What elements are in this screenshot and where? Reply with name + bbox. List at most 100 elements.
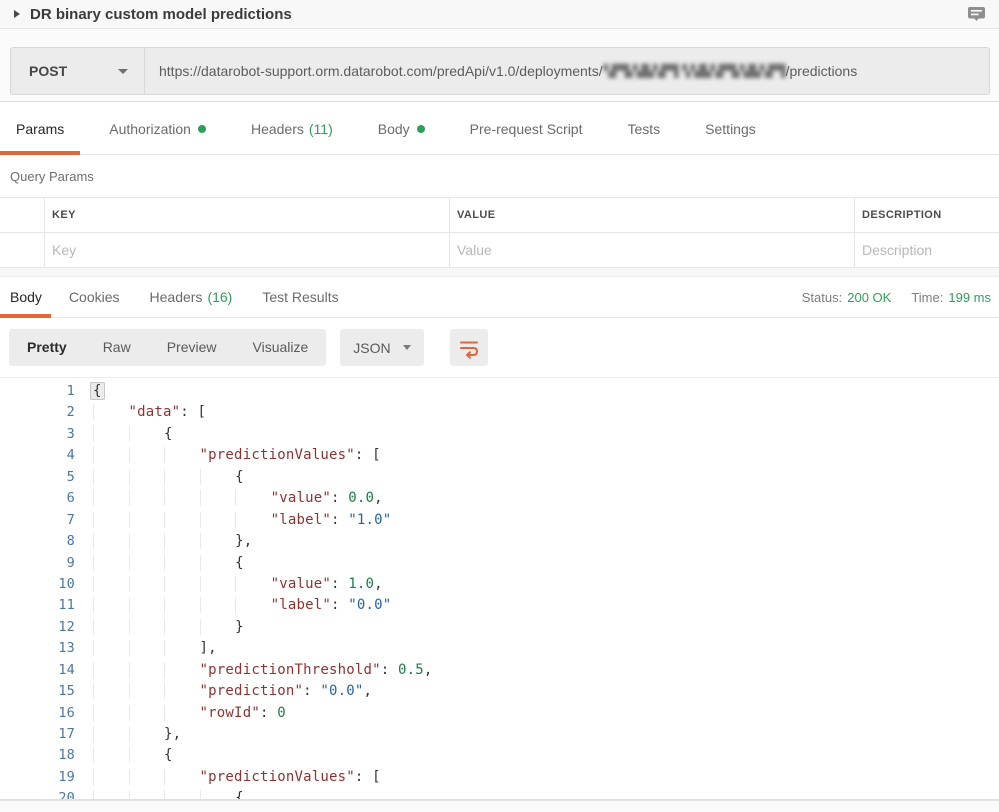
query-params-label: Query Params [10,169,94,184]
param-row-checkbox-cell [0,233,45,267]
tab-settings[interactable]: Settings [689,103,772,154]
line-number: 15 [0,681,75,702]
indent-guide [93,512,129,528]
code-line: 6 "value": 0.0, [0,488,999,509]
response-tab-test-results[interactable]: Test Results [250,277,350,317]
indent-guide [164,705,200,721]
code-line: 5 { [0,467,999,488]
column-header-key: KEY [52,209,76,221]
code-token: "predictionThreshold" [200,662,381,678]
indent-guide [93,447,129,463]
url-suffix: /predictions [786,63,858,79]
code-line: 3 { [0,424,999,445]
indent-guide [129,683,165,699]
indent-guide [93,426,129,442]
status-badge: Status:200 OK [802,290,892,305]
tab-params[interactable]: Params [0,103,80,154]
response-tab-body[interactable]: Body [0,277,51,317]
code-token: { [235,790,244,800]
indent-guide [93,597,129,613]
response-meta: Status:200 OK Time:199 ms [802,277,991,317]
code-token: : [331,576,348,592]
indent-guide [93,404,129,420]
line-number: 12 [0,617,75,638]
wrap-text-button[interactable] [450,329,488,366]
url-prefix: https://datarobot-support.orm.datarobot.… [159,63,603,79]
indent-guide [129,705,165,721]
indent-guide [129,426,165,442]
indent-guide [164,447,200,463]
method-dropdown[interactable]: POST [10,47,145,95]
code-token: "1.0" [348,512,391,528]
line-number: 18 [0,745,75,766]
indent-guide [93,726,129,742]
code-token: "label" [271,597,331,613]
code-line: 7 "label": "1.0" [0,510,999,531]
indent-guide [200,790,236,800]
indent-guide [129,576,165,592]
indent-guide [129,533,165,549]
view-pretty[interactable]: Pretty [9,329,85,366]
line-number: 14 [0,660,75,681]
indent-guide [93,533,129,549]
tab-pre-request-script[interactable]: Pre-request Script [454,103,599,154]
tab-tests[interactable]: Tests [611,103,676,154]
response-view-switcher: PrettyRawPreviewVisualize [9,329,326,366]
comment-button[interactable] [966,4,987,24]
tab-label: Authorization [109,121,191,137]
chevron-down-icon [118,69,128,74]
code-line: 1{ [0,381,999,402]
view-visualize[interactable]: Visualize [235,329,327,366]
tab-body[interactable]: Body [362,103,441,154]
indent-guide [164,597,200,613]
request-tabs: Params Authorization Headers(11) Body Pre-re… [0,103,999,155]
code-line: 18 { [0,745,999,766]
view-preview[interactable]: Preview [149,329,235,366]
tab-headers[interactable]: Headers(11) [235,103,349,154]
code-token: : [ [180,404,206,420]
indent-guide [93,640,129,656]
url-input[interactable]: https://datarobot-support.orm.datarobot.… [145,47,990,95]
param-description-input[interactable]: Description [855,233,999,267]
indent-guide [164,640,200,656]
param-key-input[interactable]: Key [45,233,450,267]
code-token: 0 [277,705,286,721]
param-value-input[interactable]: Value [450,233,855,267]
code-token: , [364,683,373,699]
code-token: 0.0 [348,490,374,506]
indent-guide [129,726,165,742]
param-empty-row: Key Value Description [0,233,999,268]
indent-guide [129,447,165,463]
indent-guide [164,533,200,549]
tab-authorization[interactable]: Authorization [93,103,222,154]
table-header-row: KEY VALUE DESCRIPTION [0,198,999,233]
code-token: { [235,469,244,485]
code-token: 0.5 [398,662,424,678]
pane-divider[interactable] [0,268,999,276]
code-token: "0.0" [348,597,391,613]
response-tab-cookies[interactable]: Cookies [57,277,132,317]
disclosure-caret-icon[interactable] [14,10,20,18]
response-body-json[interactable]: 1{2 "data": [3 {4 "predictionValues": [5… [0,377,999,800]
code-line: 14 "predictionThreshold": 0.5, [0,660,999,681]
line-number: 6 [0,488,75,509]
code-token: "value" [271,576,331,592]
indent-guide [235,597,271,613]
response-toolbar: PrettyRawPreviewVisualize JSON [0,318,999,377]
response-tab-headers[interactable]: Headers(16) [138,277,245,317]
indent-guide [164,790,200,800]
tab-label: Params [16,121,64,137]
line-number: 7 [0,510,75,531]
code-line: 20 { [0,788,999,800]
green-dot-icon [198,125,206,133]
code-token: : [381,662,398,678]
horizontal-scrollbar-track[interactable] [0,800,999,812]
format-dropdown[interactable]: JSON [340,329,423,366]
line-number: 1 [0,381,75,402]
indent-guide [200,576,236,592]
code-token: : [ [355,447,381,463]
indent-guide [235,576,271,592]
view-raw[interactable]: Raw [85,329,149,366]
code-token: "rowId" [200,705,260,721]
code-token: "predictionValues" [200,447,355,463]
